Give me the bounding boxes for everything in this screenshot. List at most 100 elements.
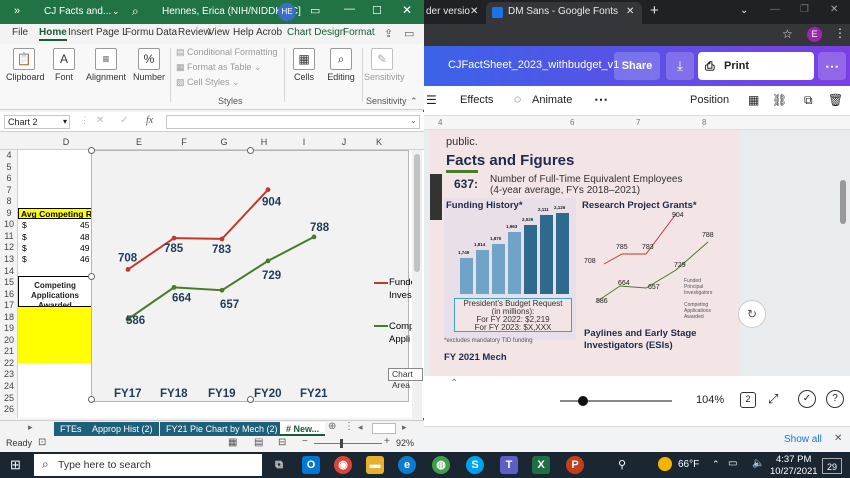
row-header[interactable]: 10 — [0, 219, 18, 230]
column-header[interactable]: G — [204, 134, 244, 150]
animate-button[interactable]: Animate — [532, 94, 572, 106]
row-header[interactable]: 9 — [0, 208, 18, 219]
column-header[interactable]: I — [284, 134, 324, 150]
row-header[interactable]: 5 — [0, 162, 18, 173]
delete-icon[interactable]: 🗑 — [828, 93, 843, 107]
weather-icon[interactable] — [658, 457, 672, 471]
browser-menu-icon[interactable]: ⋮ — [834, 26, 846, 40]
row-header[interactable]: 20 — [0, 335, 18, 346]
horizontal-scrollbar[interactable] — [372, 423, 396, 434]
format-as-table-button[interactable]: ▦ Format as Table ⌄ — [176, 62, 261, 73]
zoom-out-icon[interactable]: − — [302, 436, 308, 447]
alignment-button[interactable]: ≡ Alignment — [86, 48, 126, 82]
tab-insert[interactable]: Insert — [68, 27, 93, 38]
row-header[interactable]: 18 — [0, 312, 18, 323]
clock-time[interactable]: 4:37 PM — [776, 454, 811, 465]
download-icon[interactable]: ⤓ — [666, 52, 694, 80]
windows-start-icon[interactable]: ⊞ — [10, 457, 21, 473]
app-icon[interactable]: ◍ — [432, 456, 450, 474]
cell-value[interactable]: 49 — [80, 243, 89, 253]
column-header[interactable]: K — [364, 134, 394, 150]
tab-format[interactable]: Format — [343, 27, 375, 38]
chart-area[interactable]: 708 785 783 904 586 664 657 729 788 FY17 FY18 FY19 F… — [88, 147, 409, 403]
volume-icon[interactable]: 🔈 — [752, 458, 764, 469]
ribbon-display-icon[interactable]: ▭ — [310, 4, 320, 17]
search-icon[interactable]: ⌕ — [132, 4, 139, 19]
number-button[interactable]: % Number — [132, 48, 166, 82]
page-count-button[interactable]: 2 — [740, 392, 756, 408]
new-tab-button[interactable]: + — [650, 2, 659, 19]
collapse-ribbon-icon[interactable]: ⌃ — [410, 96, 418, 107]
minimize-icon[interactable]: — — [344, 3, 355, 15]
column-header[interactable]: J — [324, 134, 364, 150]
cell-value[interactable]: 46 — [80, 254, 89, 264]
tab-data[interactable]: Data — [156, 27, 177, 38]
accessibility-icon[interactable]: ⊡ — [38, 437, 46, 448]
row-header[interactable]: 17 — [0, 300, 18, 311]
taskbar-search[interactable]: ⌕ Type here to search — [34, 454, 262, 476]
browser-tab-partial[interactable]: der versio ✕ — [424, 2, 486, 24]
zoom-level[interactable]: 104% — [696, 394, 724, 406]
tab-view[interactable]: View — [208, 27, 230, 38]
resize-handle[interactable] — [247, 396, 254, 403]
close-icon[interactable]: ✕ — [834, 433, 842, 444]
cell-avg-competing-rpg[interactable]: Avg Competing RPG — [18, 208, 104, 219]
sheet-tab-approp-hist[interactable]: Approp Hist (2) — [86, 422, 159, 436]
conditional-formatting-button[interactable]: ▤ Conditional Formatting — [176, 47, 278, 58]
name-box[interactable]: Chart 2 ▾ — [4, 115, 70, 129]
editing-button[interactable]: ⌕ Editing — [324, 48, 358, 82]
more-sheets-icon[interactable]: ⋮ — [344, 421, 354, 432]
minimize-icon[interactable]: — — [770, 4, 780, 15]
refresh-icon[interactable]: ↻ — [738, 300, 766, 328]
edge-icon[interactable]: e — [398, 456, 416, 474]
dropdown-icon[interactable]: ▾ — [63, 116, 67, 128]
expand-icon[interactable]: ⌃ — [450, 378, 458, 389]
tab-formulas[interactable]: Formu — [125, 27, 154, 38]
cell-currency[interactable]: $ — [22, 243, 27, 253]
fullscreen-icon[interactable]: ⤢ — [768, 391, 778, 407]
insert-function-button[interactable]: fx — [146, 115, 153, 126]
task-view-icon[interactable]: ⧉ — [270, 456, 288, 474]
worksheet-grid[interactable]: D E F G H I J K 4 5 6 7 8 9 10 11 12 13 14 15 16 17 18… — [0, 132, 424, 418]
font-button[interactable]: A Font — [50, 48, 78, 82]
scroll-left-icon[interactable]: ◂ — [358, 422, 363, 433]
sensitivity-button[interactable]: ✎ Sensitivity — [364, 48, 405, 82]
row-header[interactable]: 19 — [0, 323, 18, 334]
teams-icon[interactable]: T — [500, 456, 518, 474]
page-break-icon[interactable]: ⊟ — [278, 437, 286, 448]
cell-value[interactable]: 45 — [80, 220, 89, 230]
cell-styles-button[interactable]: ▧ Cell Styles ⌄ — [176, 77, 240, 88]
budget-textbox[interactable]: President's Budget Request (in millions)… — [454, 298, 572, 332]
scroll-tabs-right-icon[interactable]: ▸ — [28, 422, 33, 433]
column-header[interactable]: F — [164, 134, 204, 150]
link-icon[interactable]: ⛓ — [772, 93, 787, 107]
user-avatar[interactable]: HE — [278, 3, 296, 21]
cell-yellow-fill[interactable] — [18, 307, 92, 363]
zoom-level[interactable]: 92% — [396, 438, 414, 448]
row-header[interactable]: 8 — [0, 196, 18, 207]
page-layout-icon[interactable]: ▤ — [254, 437, 263, 448]
zoom-slider[interactable] — [314, 439, 382, 448]
data-point[interactable] — [171, 235, 177, 241]
resize-handle[interactable] — [88, 273, 95, 280]
browser-tab-dm-sans[interactable]: DM Sans - Google Fonts ✕ — [486, 2, 642, 24]
cancel-icon[interactable]: ✕ — [96, 115, 104, 126]
align-icon[interactable]: ☰ — [426, 93, 437, 107]
add-sheet-icon[interactable]: ⊕ — [328, 421, 336, 432]
row-header[interactable]: 25 — [0, 393, 18, 404]
close-icon[interactable]: ✕ — [402, 3, 412, 17]
canvas-scrollbar[interactable] — [840, 180, 846, 224]
tab-chart-design[interactable]: Chart Design — [287, 27, 345, 38]
transparency-icon[interactable]: ▦ — [748, 93, 759, 107]
column-header[interactable]: D — [18, 134, 114, 150]
row-header[interactable]: 12 — [0, 242, 18, 253]
row-header[interactable]: 6 — [0, 173, 18, 184]
close-icon[interactable]: ✕ — [626, 2, 634, 22]
row-header[interactable]: 11 — [0, 231, 18, 242]
sheet-tab-fy21-pie[interactable]: FY21 Pie Chart by Mech (2) — [160, 422, 284, 436]
print-letterheads-button[interactable]: ⎙ Print Letterheads — [698, 52, 814, 100]
resize-handle[interactable] — [88, 147, 95, 154]
row-header[interactable]: 23 — [0, 369, 18, 380]
dropdown-icon[interactable]: ⌄ — [112, 6, 120, 17]
effects-button[interactable]: Effects — [460, 94, 493, 106]
